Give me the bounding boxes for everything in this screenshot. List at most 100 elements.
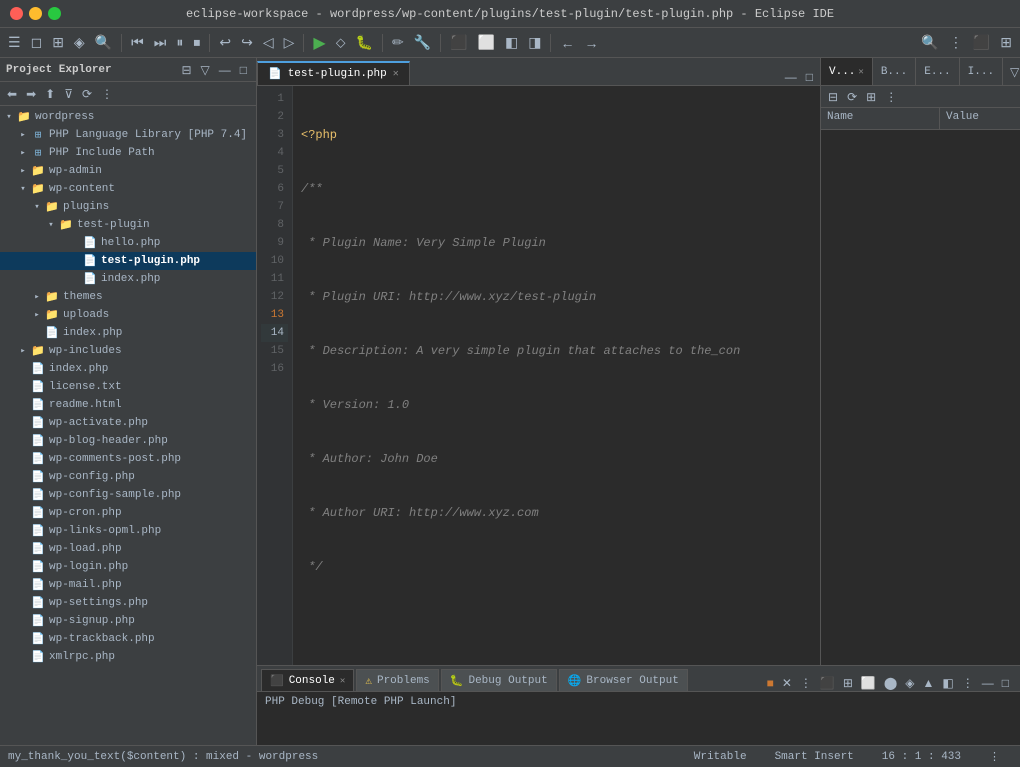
toolbar-btn-2[interactable]: ◻ [27, 32, 47, 53]
console-btn-2[interactable]: ⋮ [797, 675, 815, 691]
tree-item-wp-content[interactable]: ▾ 📁 wp-content [0, 180, 256, 198]
toolbar-btn-4[interactable]: ◈ [70, 32, 89, 53]
tree-item-php-include-path[interactable]: ▸ ⊞ PHP Include Path [0, 144, 256, 162]
tree-back-btn[interactable]: ⬅ [4, 86, 20, 102]
console-tab-console[interactable]: ⬛ Console ✕ [261, 669, 354, 691]
console-btn-6[interactable]: ⬤ [881, 675, 900, 691]
code-editor[interactable]: 1 2 3 4 5 6 7 8 9 10 11 12 13 14 [257, 86, 820, 665]
debug-button[interactable]: 🐛 [352, 32, 377, 53]
tree-item-index-php-wpcontent[interactable]: 📄 index.php [0, 324, 256, 342]
toolbar-btn-5[interactable]: 🔍 [91, 32, 116, 53]
rp-tab-variables-close[interactable]: ✕ [858, 67, 863, 77]
vars-refresh[interactable]: ⟳ [844, 89, 860, 105]
console-btn-10[interactable]: ⋮ [959, 675, 977, 691]
tree-item-plugins[interactable]: ▾ 📁 plugins [0, 198, 256, 216]
tree-forward-btn[interactable]: ➡ [23, 86, 39, 102]
toolbar-btn-15[interactable]: ✏ [388, 32, 408, 53]
tab-test-plugin-php[interactable]: 📄 test-plugin.php ✕ [257, 61, 410, 85]
toolbar-btn-12[interactable]: ◁ [259, 32, 278, 53]
tree-item-wp-load[interactable]: 📄 wp-load.php [0, 540, 256, 558]
toolbar-btn-9[interactable]: ⏹ [189, 32, 204, 53]
vars-select-all[interactable]: ⊞ [863, 89, 879, 105]
tab-close-btn[interactable]: ✕ [393, 68, 399, 80]
toolbar-btn-6[interactable]: ⏮ [127, 32, 148, 53]
toolbar-btn-8[interactable]: ⏸ [172, 32, 187, 53]
toolbar-btn-22[interactable]: → [580, 33, 602, 53]
status-menu-btn[interactable]: ⋮ [989, 750, 1000, 764]
rp-tab-variables[interactable]: V... ✕ [821, 58, 873, 85]
tree-item-wp-trackback[interactable]: 📄 wp-trackback.php [0, 630, 256, 648]
search-btn[interactable]: 🔍 [917, 32, 942, 53]
tree-item-wp-config-sample[interactable]: 📄 wp-config-sample.php [0, 486, 256, 504]
tree-up-btn[interactable]: ⬆ [42, 86, 58, 102]
panel-menu-btn[interactable]: ▽ [198, 62, 213, 78]
toolbar-btn-3[interactable]: ⊞ [48, 32, 68, 53]
console-tab-browser-output[interactable]: 🌐 Browser Output [559, 669, 688, 691]
tree-item-uploads[interactable]: ▸ 📁 uploads [0, 306, 256, 324]
tab-minimize-btn[interactable]: — [782, 69, 800, 85]
rp-tab-breakpoints[interactable]: B... [873, 58, 916, 85]
tab-maximize-btn[interactable]: □ [803, 69, 816, 85]
toolbar-btn-17[interactable]: ⬛ [446, 32, 471, 53]
console-btn-7[interactable]: ◈ [902, 675, 917, 691]
toolbar-btn-7[interactable]: ⏭ [150, 32, 171, 53]
collapse-all-btn[interactable]: ⊟ [178, 62, 194, 78]
toolbar-btn-19[interactable]: ◧ [501, 32, 522, 53]
toolbar-btn-20[interactable]: ◨ [524, 32, 545, 53]
project-tree[interactable]: ▾ 📁 wordpress ▸ ⊞ PHP Language Library [… [0, 106, 256, 745]
console-tab-problems[interactable]: ⚠ Problems [356, 669, 438, 691]
console-tab-debug-output[interactable]: 🐛 Debug Output [441, 669, 557, 691]
tree-item-test-plugin-folder[interactable]: ▾ 📁 test-plugin [0, 216, 256, 234]
panel-minimize-btn[interactable]: — [216, 62, 234, 78]
vars-collapse-all[interactable]: ⊟ [825, 89, 841, 105]
tree-item-hello-php[interactable]: 📄 hello.php [0, 234, 256, 252]
panel-maximize-btn[interactable]: □ [237, 62, 250, 78]
tree-item-index-php-plugin[interactable]: 📄 index.php [0, 270, 256, 288]
tree-item-readme[interactable]: 📄 readme.html [0, 396, 256, 414]
console-btn-3[interactable]: ⬛ [817, 675, 838, 691]
tree-filter-btn[interactable]: ⊽ [61, 86, 76, 102]
toolbar-btn-14[interactable]: ⬦ [332, 32, 350, 53]
toolbar-btn-21[interactable]: ← [556, 33, 578, 53]
maximize-button[interactable] [48, 7, 61, 20]
tree-item-wp-mail[interactable]: 📄 wp-mail.php [0, 576, 256, 594]
toolbar-btn-13[interactable]: ▷ [280, 32, 299, 53]
tree-sync-btn[interactable]: ⟳ [79, 86, 95, 102]
vars-menu[interactable]: ⋮ [882, 89, 900, 105]
code-content[interactable]: <?php /** * Plugin Name: Very Simple Plu… [293, 86, 820, 665]
tree-item-wp-config[interactable]: 📄 wp-config.php [0, 468, 256, 486]
toolbar-btn-24[interactable]: ⬛ [969, 32, 994, 53]
toolbar-btn-1[interactable]: ☰ [4, 32, 25, 53]
tree-item-xmlrpc[interactable]: 📄 xmlrpc.php [0, 648, 256, 666]
close-button[interactable] [10, 7, 23, 20]
rp-tab-info[interactable]: I... [960, 58, 1003, 85]
console-btn-1[interactable]: ✕ [779, 675, 795, 691]
console-minimize-btn[interactable]: — [979, 675, 997, 691]
tree-item-test-plugin-php[interactable]: 📄 test-plugin.php [0, 252, 256, 270]
toolbar-btn-16[interactable]: 🔧 [410, 32, 435, 53]
tree-item-wp-comments-post[interactable]: 📄 wp-comments-post.php [0, 450, 256, 468]
toolbar-btn-25[interactable]: ⊞ [996, 32, 1016, 53]
tree-item-index-php-root[interactable]: 📄 index.php [0, 360, 256, 378]
console-btn-9[interactable]: ◧ [939, 675, 956, 691]
tree-item-php-lang-lib[interactable]: ▸ ⊞ PHP Language Library [PHP 7.4] [0, 126, 256, 144]
toolbar-btn-10[interactable]: ↩ [215, 32, 235, 53]
tree-item-wp-admin[interactable]: ▸ 📁 wp-admin [0, 162, 256, 180]
toolbar-btn-18[interactable]: ⬜ [474, 32, 499, 53]
tree-item-wp-links-opml[interactable]: 📄 wp-links-opml.php [0, 522, 256, 540]
minimize-button[interactable] [29, 7, 42, 20]
console-tab-close[interactable]: ✕ [340, 676, 345, 686]
tree-item-wp-settings[interactable]: 📄 wp-settings.php [0, 594, 256, 612]
right-panel-menu[interactable]: ▽ [1007, 64, 1020, 80]
tree-item-wp-login[interactable]: 📄 wp-login.php [0, 558, 256, 576]
console-btn-8[interactable]: ▲ [920, 675, 938, 691]
rp-tab-expressions[interactable]: E... [916, 58, 959, 85]
console-btn-4[interactable]: ⊞ [840, 675, 856, 691]
tree-item-license[interactable]: 📄 license.txt [0, 378, 256, 396]
run-button[interactable]: ▶ [309, 31, 329, 55]
toolbar-btn-23[interactable]: ⋮ [945, 32, 967, 53]
tree-item-wordpress[interactable]: ▾ 📁 wordpress [0, 108, 256, 126]
tree-item-wp-blog-header[interactable]: 📄 wp-blog-header.php [0, 432, 256, 450]
console-maximize-btn[interactable]: □ [999, 675, 1012, 691]
tree-item-wp-includes[interactable]: ▸ 📁 wp-includes [0, 342, 256, 360]
